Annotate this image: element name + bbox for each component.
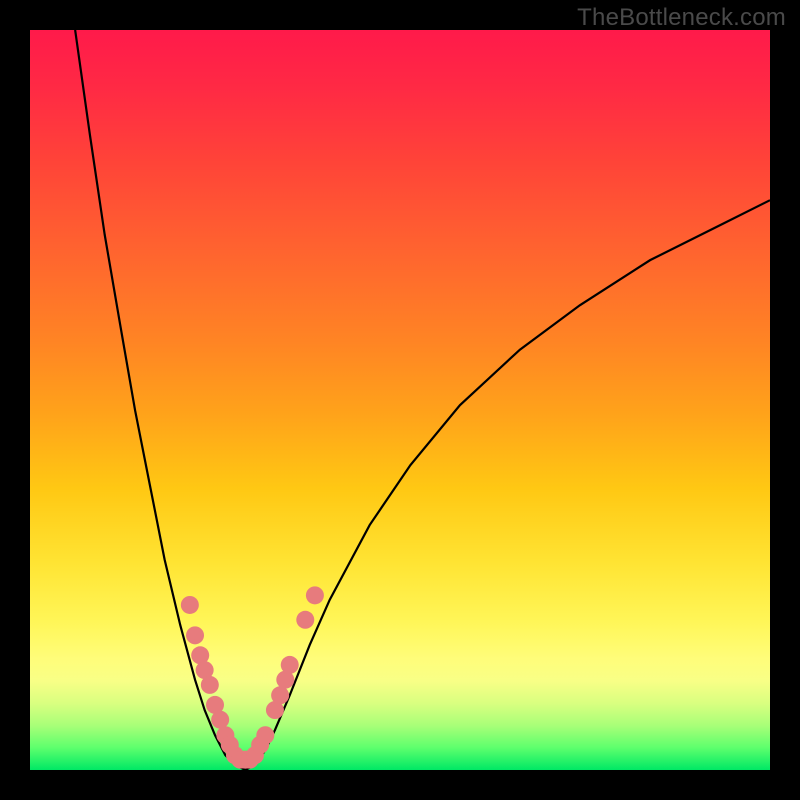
chart-svg [30, 30, 770, 770]
data-marker [296, 611, 314, 629]
chart-canvas [30, 30, 770, 770]
data-marker [271, 686, 289, 704]
data-marker [306, 586, 324, 604]
watermark-text: TheBottleneck.com [577, 4, 786, 32]
data-marker [181, 596, 199, 614]
data-marker [201, 676, 219, 694]
data-marker [186, 626, 204, 644]
data-markers-group [181, 586, 324, 768]
data-marker [281, 656, 299, 674]
data-marker [256, 726, 274, 744]
curve-left [75, 30, 245, 770]
curve-right [245, 200, 770, 770]
data-marker [211, 711, 229, 729]
